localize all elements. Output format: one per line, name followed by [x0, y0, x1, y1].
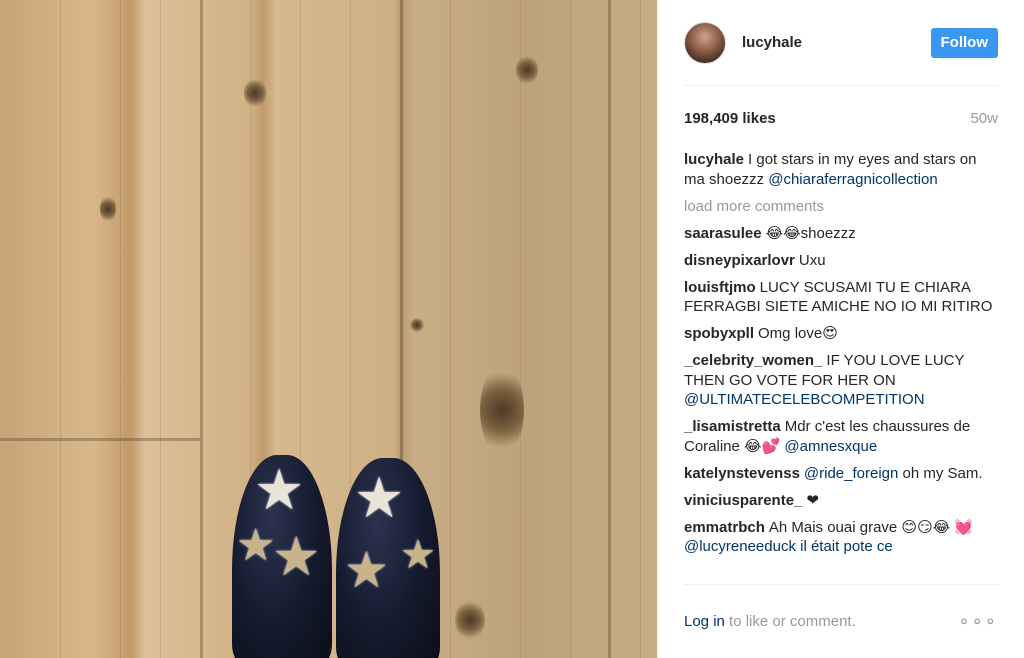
likes-count[interactable]: 198,409 likes — [684, 110, 776, 127]
comment-text: 😂😂shoezzz — [765, 224, 856, 242]
comment-username[interactable]: _celebrity_women_ — [684, 352, 822, 369]
load-more-comments[interactable]: load more comments — [684, 197, 998, 217]
comments-list: lucyhale I got stars in my eyes and stars… — [684, 150, 998, 570]
star-icon: ★ — [344, 542, 389, 598]
caption: lucyhale I got stars in my eyes and stars… — [684, 150, 998, 189]
star-icon: ★ — [272, 527, 321, 587]
author-username[interactable]: lucyhale — [742, 34, 931, 51]
comment-username[interactable]: viniciusparente_ — [684, 492, 802, 509]
star-icon: ★ — [254, 458, 305, 521]
more-options-icon[interactable]: ∘∘∘ — [958, 611, 998, 632]
star-icon: ★ — [400, 533, 436, 577]
comment-item: saarasulee 😂😂shoezzz — [684, 224, 998, 244]
post-age[interactable]: 50w — [970, 110, 998, 127]
comment-mention[interactable]: @ride_foreign — [804, 465, 898, 482]
post-footer: Log in to like or comment. ∘∘∘ — [684, 584, 998, 658]
comment-username[interactable]: lucyhale — [684, 151, 744, 168]
comment-item: louisftjmo LUCY SCUSAMI TU E CHIARA FERRA… — [684, 278, 998, 317]
comment-mention[interactable]: @chiaraferragnicollection — [768, 171, 937, 188]
instagram-post: ★ ★ ★ ★ ★ ★ lucyhale Follow 198,409 like… — [0, 0, 1024, 658]
comment-username[interactable]: saarasulee — [684, 225, 762, 242]
comment-mention[interactable]: @ULTIMATECELEBCOMPETITION — [684, 391, 925, 408]
star-icon: ★ — [236, 521, 276, 570]
comment-username[interactable]: louisftjmo — [684, 279, 756, 296]
login-prompt-text: to like or comment. — [729, 613, 856, 630]
comment-text: oh my Sam. — [902, 464, 983, 482]
comment-item: viniciusparente_ ❤ — [684, 491, 998, 511]
comment-item: spobyxpll Omg love😍 — [684, 324, 998, 344]
comment-item: katelynstevenss @ride_foreign oh my Sam. — [684, 464, 998, 484]
comment-username[interactable]: emmatrbch — [684, 519, 765, 536]
comment-mention[interactable]: @amnesxque — [784, 438, 877, 455]
comment-item: disneypixarlovr Uxu — [684, 251, 998, 271]
comment-text: Uxu — [798, 251, 826, 269]
star-icon: ★ — [354, 466, 405, 529]
post-photo[interactable]: ★ ★ ★ ★ ★ ★ — [0, 0, 657, 658]
comment-item: _lisamistretta Mdr c'est les chaussures d… — [684, 417, 998, 456]
follow-button[interactable]: Follow — [930, 27, 998, 58]
comment-text: Omg love😍 — [758, 325, 838, 342]
avatar[interactable] — [684, 21, 726, 64]
post-header: lucyhale Follow — [684, 0, 998, 86]
post-stats: 198,409 likes 50w — [684, 110, 998, 127]
comment-username[interactable]: _lisamistretta — [684, 418, 781, 435]
comment-item: _celebrity_women_ IF YOU LOVE LUCY THEN G… — [684, 351, 998, 410]
login-link[interactable]: Log in — [684, 613, 725, 630]
comment-item: emmatrbch Ah Mais ouai grave 😊😏😂 💓 @lucyr… — [684, 518, 998, 557]
comment-text: Ah Mais ouai grave 😊😏😂 — [768, 518, 951, 536]
comment-username[interactable]: katelynstevenss — [684, 465, 800, 482]
comment-username[interactable]: spobyxpll — [684, 325, 754, 342]
login-prompt: Log in to like or comment. — [684, 613, 856, 630]
comment-text: ❤ — [806, 491, 819, 509]
post-side-panel: lucyhale Follow 198,409 likes 50w lucyha… — [657, 0, 1024, 658]
comment-username[interactable]: disneypixarlovr — [684, 252, 795, 269]
